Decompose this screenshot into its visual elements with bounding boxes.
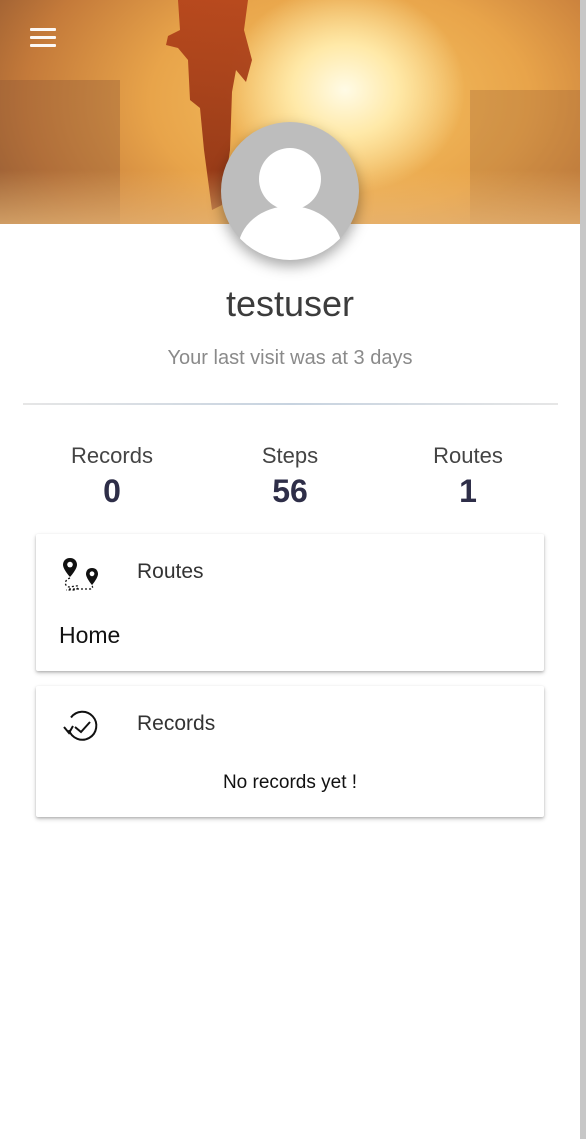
route-item-home[interactable]: Home	[59, 622, 120, 649]
user-avatar[interactable]	[221, 122, 359, 260]
routes-card-title: Routes	[137, 560, 204, 583]
username: testuser	[225, 283, 355, 324]
empty-records-message: No records yet !	[222, 772, 358, 793]
menu-bar	[30, 28, 56, 31]
stat-value: 1	[459, 473, 477, 509]
last-visit-text: Your last visit was at 3 days	[167, 347, 413, 369]
scrollbar-thumb[interactable]	[580, 0, 586, 1139]
stat-label: Routes	[433, 443, 503, 468]
history-clock-icon	[63, 710, 98, 741]
records-card-title: Records	[137, 712, 216, 735]
stat-value: 0	[103, 473, 121, 509]
stat-label: Records	[71, 443, 153, 468]
stat-value: 56	[272, 473, 308, 509]
records-card: Records No records yet !	[36, 686, 544, 817]
default-user-avatar-icon	[238, 148, 342, 260]
stat-records: Records 0	[22, 443, 202, 511]
routes-card: Routes Home	[36, 534, 544, 671]
route-map-pins-icon	[63, 558, 98, 591]
menu-bar	[30, 44, 56, 47]
hamburger-menu-icon[interactable]	[30, 28, 60, 50]
stat-label: Steps	[261, 443, 319, 468]
divider	[23, 403, 558, 405]
menu-bar	[30, 36, 56, 39]
stat-steps: Steps 56	[200, 443, 380, 511]
stat-routes: Routes 1	[378, 443, 558, 511]
